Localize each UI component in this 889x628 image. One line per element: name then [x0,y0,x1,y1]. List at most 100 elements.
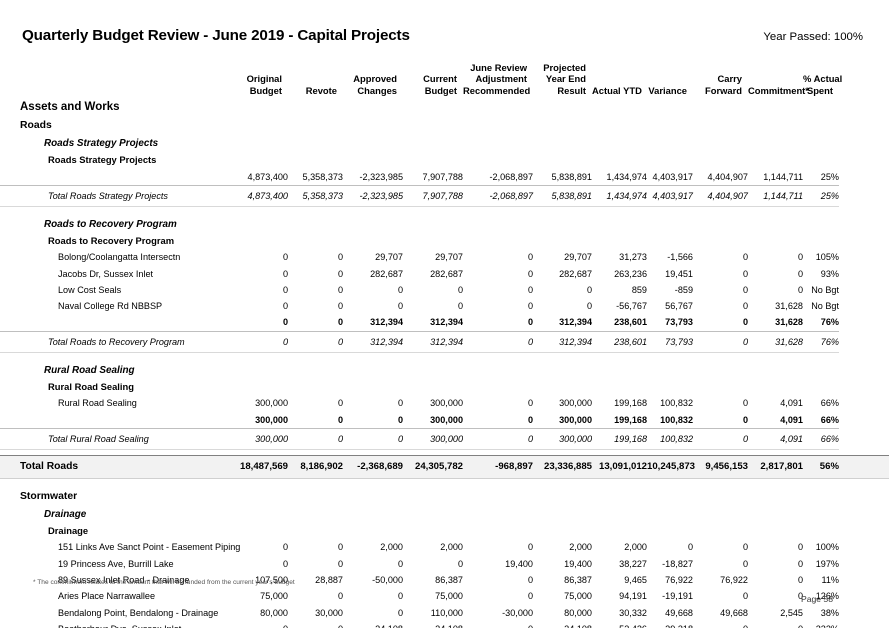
cell-variance: -1,566 [667,252,693,263]
cell-actual_ytd: 13,091,012 [592,454,647,479]
cell-original_budget: 18,487,569 [232,454,288,479]
cell-projected_year_end: 23,336,885 [533,454,592,479]
cell-carry_forward [693,379,748,396]
cell-actual_ytd: 9,465 [624,574,647,585]
cell-actual_ytd [592,135,647,152]
cell-approved_changes: 24,108 [343,621,403,628]
cell-carry_forward: 0 [742,284,748,295]
cell-current_budget: 0 [457,284,463,295]
cell-variance [647,488,693,506]
cell-variance [647,206,693,216]
cell-revote: 5,358,373 [288,184,343,207]
cell-variance: 4,403,917 [652,171,693,182]
cell-revote: 8,186,902 [288,454,343,479]
row-label: Assets and Works [20,101,120,113]
cell-projected_year_end: 5,838,891 [533,184,592,207]
row-label: Total Rural Road Sealing [0,427,232,450]
cell-revote: 0 [337,301,343,312]
table-row-item: Boatharbour Dve, Sussex Inlet0024,10824,… [0,621,889,628]
cell-current_budget [403,135,463,152]
col-hdr-line: Projected [543,61,586,73]
cell-percent_actual_spent [803,379,839,396]
cell-june_review_adjustment: 0 [527,398,533,409]
cell-revote [288,216,343,233]
row-label [0,478,232,488]
col-hdr-line: Result [557,84,586,96]
cell-current_budget: 86,387 [435,574,463,585]
cell-revote: 0 [337,542,343,553]
cell-percent_actual_spent: 56% [803,454,839,479]
cell-variance [647,478,693,488]
cell-approved_changes: -2,368,689 [343,454,403,479]
cell-actual_ytd: 263,236 [614,268,647,279]
cell-actual_ytd [592,379,647,396]
cell-june_review_adjustment [463,216,533,233]
cell-commitment [748,135,803,152]
cell-original_budget [232,97,288,117]
cell-actual_ytd: -56,767 [616,301,647,312]
cell-projected_year_end: 282,687 [559,268,592,279]
cell-approved_changes: 29,707 [375,252,403,263]
cell-current_budget [403,97,463,117]
cell-june_review_adjustment [463,117,533,135]
cell-variance [647,233,693,250]
col-hdr-line: Variance [648,84,687,96]
cell-projected_year_end [533,97,592,117]
cell-percent_actual_spent [803,506,839,523]
cell-actual_ytd: 30,332 [619,607,647,618]
cell-pad [839,379,889,396]
cell-projected_year_end: 80,000 [564,607,592,618]
col-hdr-line: Year End [545,73,586,85]
column-header-projected-year-end: Projected Year End Result [533,52,592,97]
year-passed-label: Year Passed: 100% [763,31,863,43]
cell-june_review_adjustment [463,352,533,362]
cell-projected_year_end: 312,394 [533,330,592,353]
cell-original_budget: 0 [282,252,288,263]
cell-revote: 28,887 [315,574,343,585]
table-row-sum: 0 0 312,394 312,394 0 312,394 238,601 73,793 0 31… [0,314,889,331]
table-row-item: Jacobs Dr, Sussex Inlet 0 0 282,687 282,687 0… [0,266,889,282]
row-label: Roads [20,120,52,131]
cell-carry_forward: 0 [693,330,748,353]
cell-pad [839,117,889,135]
cell-projected_year_end: 5,838,891 [551,171,592,182]
cell-revote: 0 [337,317,343,328]
cell-pad [839,216,889,233]
row-label [0,352,232,362]
cell-original_budget [232,523,288,540]
cell-projected_year_end [533,135,592,152]
cell-projected_year_end: 0 [586,301,592,312]
cell-pad [839,588,889,604]
table-row-item: Low Cost Seals 0 0 0 0 0 0 859 -859 0 0 No Bgt [0,282,889,298]
cell-percent_actual_spent: No Bgt [811,301,839,312]
row-label: Rural Road Sealing [58,398,137,409]
row-label: Rural Road Sealing [48,380,134,392]
cell-approved_changes: 312,394 [370,317,403,328]
cell-approved_changes: -50,000 [372,574,403,585]
cell-projected_year_end [533,233,592,250]
row-label: 19 Princess Ave, Burrill Lake [58,558,174,569]
cell-carry_forward: 9,456,153 [693,454,748,479]
cell-actual_ytd: 199,168 [614,398,647,409]
table-row-subtotal: Total Roads Strategy Projects 4,873,400 5,… [0,184,889,207]
cell-pad [839,478,889,488]
cell-june_review_adjustment: 0 [463,621,533,628]
cell-approved_changes [343,117,403,135]
cell-june_review_adjustment [463,135,533,152]
cell-june_review_adjustment: 0 [527,591,533,602]
cell-original_budget [232,206,288,216]
cell-projected_year_end [533,216,592,233]
cell-actual_ytd: 199,168 [614,414,647,425]
cell-june_review_adjustment [463,206,533,216]
row-label: Drainage [48,524,89,536]
cell-june_review_adjustment: 0 [527,574,533,585]
cell-revote [288,152,343,169]
cell-carry_forward: 4,404,907 [693,184,748,207]
cell-current_budget: 312,394 [430,317,463,328]
cell-original_budget [232,117,288,135]
cell-pad [839,539,889,555]
cell-june_review_adjustment: -2,068,897 [489,171,533,182]
col-hdr-line: Recommended [463,84,531,96]
col-hdr-line: Revote [305,84,337,96]
cell-projected_year_end: 300,000 [533,427,592,450]
